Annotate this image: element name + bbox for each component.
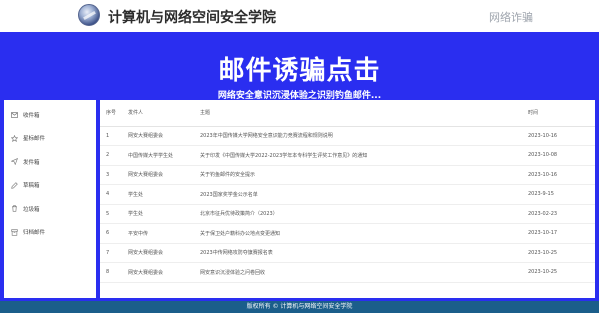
send-icon xyxy=(11,158,18,166)
table-row[interactable]: 6 平安中传 关于保卫处户籍科办公地点变更通知 2023-10-17 xyxy=(100,223,595,244)
sidebar-item-inbox[interactable]: 收件箱 xyxy=(4,103,96,127)
cell-subject: 关于印发《中国传媒大学2022-2023学年本专科学生评奖工作意见》的通知 xyxy=(194,145,522,166)
column-header-no: 序号 xyxy=(100,100,122,127)
cell-no: 7 xyxy=(100,243,122,263)
top-bar: 计算机与网络空间安全学院 网络诈骗 xyxy=(0,0,599,32)
cell-time: 2023-10-16 xyxy=(522,165,595,185)
cell-time: 2023-9-15 xyxy=(522,184,595,205)
sidebar-item-starred[interactable]: 星标邮件 xyxy=(4,127,96,151)
sidebar-item-drafts[interactable]: 草稿箱 xyxy=(4,174,96,198)
cell-from: 平安中传 xyxy=(122,223,194,244)
table-row[interactable]: 7 网安大赛组委会 2023中传网络攻防夺旗赛报名表 2023-10-25 xyxy=(100,243,595,263)
table-row[interactable]: 3 网安大赛组委会 关于钓鱼邮件的安全提示 2023-10-16 xyxy=(100,165,595,185)
footer-copyright: 版权所有 © 计算机与网络空间安全学院 xyxy=(0,301,599,313)
cell-from: 网安大赛组委会 xyxy=(122,262,194,283)
cell-time: 2023-02-23 xyxy=(522,204,595,224)
cell-time: 2023-10-25 xyxy=(522,262,595,283)
trash-icon xyxy=(11,205,18,212)
inbox-icon xyxy=(11,111,18,118)
sidebar-item-trash[interactable]: 垃圾箱 xyxy=(4,197,96,221)
table-row[interactable]: 2 中国传媒大学学生处 关于印发《中国传媒大学2022-2023学年本专科学生评… xyxy=(100,145,595,166)
page-title: 邮件诱骗点击 xyxy=(218,56,381,86)
cell-subject: 关于钓鱼邮件的安全提示 xyxy=(194,165,522,185)
cell-time: 2023-10-16 xyxy=(522,126,595,146)
cell-subject: 网安意识沉浸体验之问卷回收 xyxy=(194,262,522,283)
column-header-from: 发件人 xyxy=(122,100,194,127)
mail-table: 序号 发件人 主题 时间 1 网安大赛组委会 2023年中国传媒大学网络安全意识… xyxy=(100,100,595,283)
edit-icon xyxy=(11,182,18,189)
nav-link-fraud[interactable]: 网络诈骗 xyxy=(489,9,533,25)
cell-no: 8 xyxy=(100,262,122,283)
cell-subject: 2023年中国传媒大学网络安全意识能力竞赛流程和规则说明 xyxy=(194,126,522,146)
sidebar-item-label: 收件箱 xyxy=(23,112,40,119)
cell-from: 学生处 xyxy=(122,204,194,224)
cell-from: 网安大赛组委会 xyxy=(122,165,194,185)
sidebar-item-label: 垃圾箱 xyxy=(23,206,40,213)
cell-no: 3 xyxy=(100,165,122,185)
cell-from: 学生处 xyxy=(122,184,194,205)
cell-subject: 2023中传网络攻防夺旗赛报名表 xyxy=(194,243,522,263)
cell-from: 中国传媒大学学生处 xyxy=(122,145,194,166)
cell-from: 网安大赛组委会 xyxy=(122,126,194,146)
sidebar-item-label: 归档邮件 xyxy=(23,230,46,237)
table-header-row: 序号 发件人 主题 时间 xyxy=(100,100,595,127)
sidebar-item-sent[interactable]: 发件箱 xyxy=(4,150,96,174)
cell-time: 2023-10-08 xyxy=(522,145,595,166)
column-header-subject: 主题 xyxy=(194,100,522,127)
table-row[interactable]: 5 学生处 北京市征兵优待政策简介（2023） 2023-02-23 xyxy=(100,204,595,224)
cell-no: 1 xyxy=(100,126,122,146)
sidebar-item-label: 星标邮件 xyxy=(23,136,46,143)
cell-from: 网安大赛组委会 xyxy=(122,243,194,263)
table-row[interactable]: 4 学生处 2023国家奖学金公示名单 2023-9-15 xyxy=(100,184,595,205)
mail-list-panel: 序号 发件人 主题 时间 1 网安大赛组委会 2023年中国传媒大学网络安全意识… xyxy=(100,100,595,298)
cell-subject: 2023国家奖学金公示名单 xyxy=(194,184,522,205)
sidebar-item-archive[interactable]: 归档邮件 xyxy=(4,221,96,245)
mail-sidebar: 收件箱 星标邮件 发件箱 草稿箱 垃圾箱 归档邮件 xyxy=(4,100,96,298)
column-header-time: 时间 xyxy=(522,100,595,127)
cell-no: 4 xyxy=(100,184,122,205)
cell-no: 6 xyxy=(100,223,122,244)
cell-no: 5 xyxy=(100,204,122,224)
cell-subject: 北京市征兵优待政策简介（2023） xyxy=(194,204,522,224)
table-row[interactable]: 8 网安大赛组委会 网安意识沉浸体验之问卷回收 2023-10-25 xyxy=(100,262,595,283)
archive-icon xyxy=(11,229,18,236)
cell-no: 2 xyxy=(100,145,122,166)
cell-time: 2023-10-17 xyxy=(522,223,595,244)
site-title: 计算机与网络空间安全学院 xyxy=(108,10,276,26)
sidebar-item-label: 发件箱 xyxy=(23,159,40,166)
cell-time: 2023-10-25 xyxy=(522,243,595,263)
cell-subject: 关于保卫处户籍科办公地点变更通知 xyxy=(194,223,522,244)
school-logo-icon xyxy=(78,4,100,26)
sidebar-item-label: 草稿箱 xyxy=(23,183,40,190)
star-icon xyxy=(11,134,18,142)
table-row[interactable]: 1 网安大赛组委会 2023年中国传媒大学网络安全意识能力竞赛流程和规则说明 2… xyxy=(100,126,595,146)
